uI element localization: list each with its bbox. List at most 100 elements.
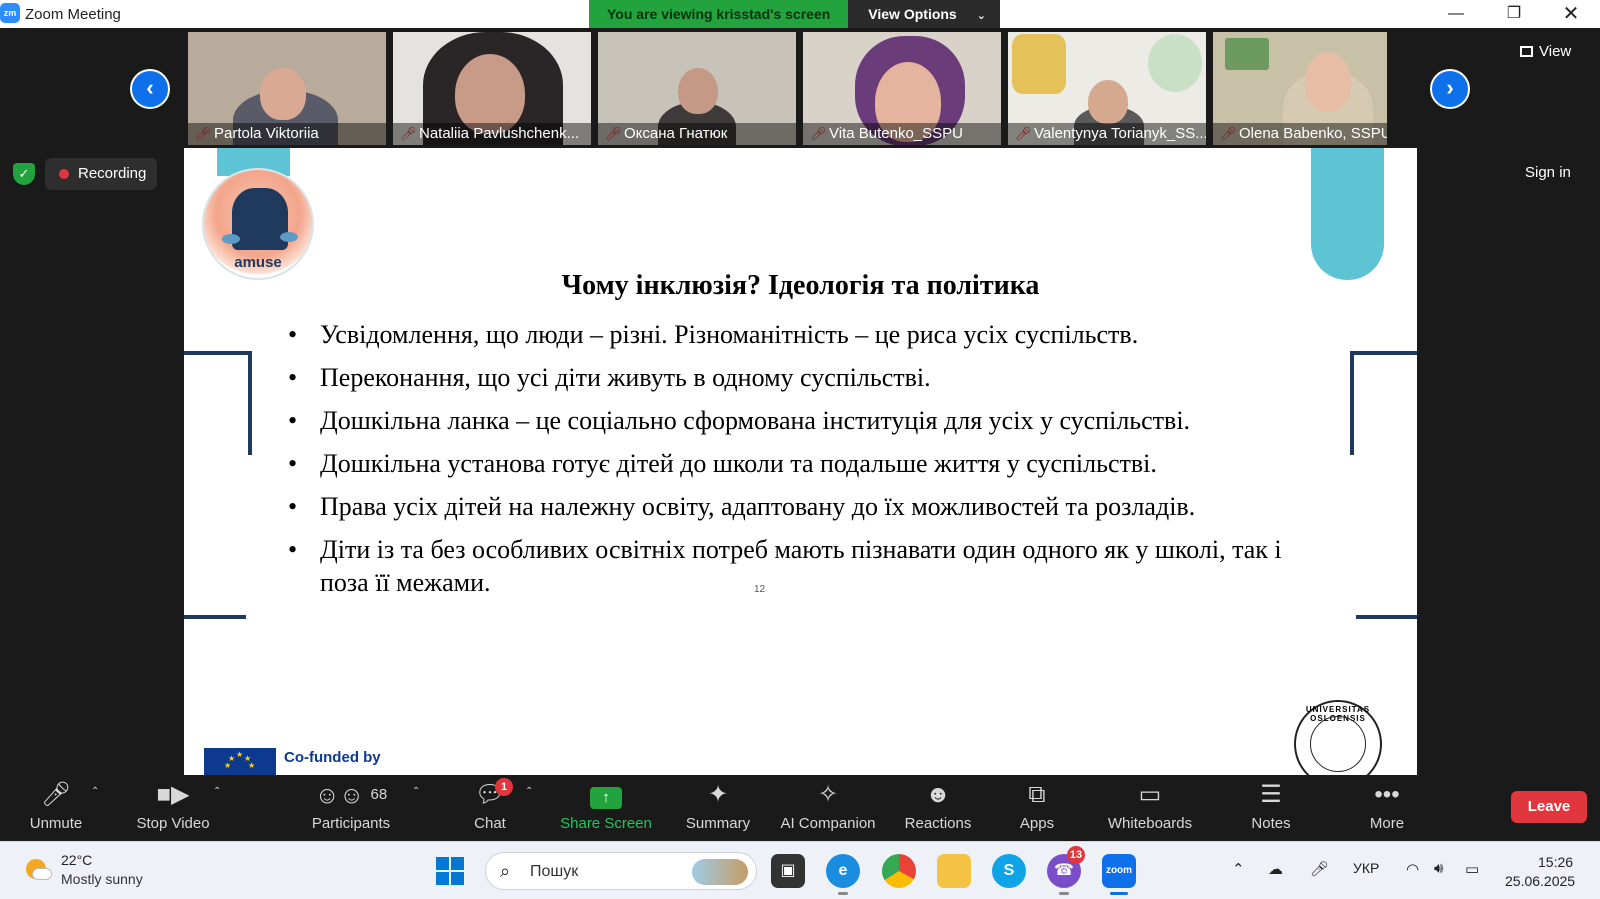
participants-options-caret-icon[interactable]: ⌃ xyxy=(412,786,420,797)
unmute-button[interactable]: 🎤︎ Unmute xyxy=(20,775,92,841)
chat-label: Chat xyxy=(474,815,506,832)
chevron-right-icon: › xyxy=(1446,75,1454,100)
participant-thumbnail[interactable]: 🎤︎ Partola Viktoriia xyxy=(188,32,386,145)
weather-sunny-icon[interactable] xyxy=(24,857,52,883)
slide-title: Чому інклюзія? Ідеологія та політика xyxy=(561,270,1040,301)
notes-button[interactable]: ☰ Notes xyxy=(1240,775,1302,841)
unmute-label: Unmute xyxy=(29,815,83,832)
clock-date[interactable]: 25.06.2025 xyxy=(1505,873,1575,889)
battery-icon[interactable]: ▭ xyxy=(1465,860,1479,878)
participant-thumbnail[interactable]: 🎤︎ Vita Butenko_SSPU xyxy=(803,32,1001,145)
chrome-browser-icon[interactable] xyxy=(882,854,916,888)
participant-video xyxy=(1012,34,1066,94)
logo-word: amuse xyxy=(234,254,282,271)
participant-thumbnail[interactable]: 🎤︎ Valentynya Torianyk_SS... xyxy=(1008,32,1206,145)
eu-flag-icon: ★ ★ ★ ★ ★ xyxy=(204,748,276,775)
apps-button[interactable]: ⧉ Apps xyxy=(1004,775,1070,841)
chevron-down-icon: ⌄ xyxy=(976,10,986,22)
recording-dot-icon xyxy=(59,169,69,179)
participant-thumbnail[interactable]: 🎤︎ Nataliia Pavlushchenk... xyxy=(393,32,591,145)
viber-icon[interactable]: ☎ 13 xyxy=(1047,846,1085,895)
zoom-taskbar-icon[interactable]: zoom xyxy=(1102,854,1136,895)
summary-button[interactable]: ✦ Summary xyxy=(680,775,756,841)
slide-bullet: Переконання, що усі діти живуть в одному… xyxy=(288,361,1288,394)
slide-page-number: 12 xyxy=(754,584,766,595)
participant-face xyxy=(1305,52,1351,112)
onedrive-cloud-icon[interactable]: ☁ xyxy=(1268,860,1283,878)
reactions-button[interactable]: ☻ Reactions xyxy=(898,775,978,841)
zoom-app-icon: zm xyxy=(0,3,20,23)
microphone-icon[interactable]: 🎤︎ xyxy=(1310,860,1329,878)
slide-bullet: Дошкільна установа готує дітей до школи … xyxy=(288,447,1288,480)
wifi-icon[interactable]: ◠ xyxy=(1406,860,1419,878)
view-button[interactable]: View xyxy=(1520,43,1571,60)
more-button[interactable]: ••• More xyxy=(1356,775,1418,841)
clock-time[interactable]: 15:26 xyxy=(1538,854,1573,870)
audio-options-caret-icon[interactable]: ⌃ xyxy=(91,786,99,797)
chat-options-caret-icon[interactable]: ⌃ xyxy=(525,786,533,797)
participants-button[interactable]: ☺☺ 68 Participants xyxy=(306,775,396,841)
edge-browser-icon[interactable]: e xyxy=(826,854,860,895)
weather-temperature[interactable]: 22°C xyxy=(61,852,92,868)
leave-button[interactable]: Leave xyxy=(1511,791,1587,823)
logo-leaf xyxy=(222,234,240,244)
seal-inner-ring xyxy=(1310,716,1366,772)
recording-indicator[interactable]: Recording xyxy=(45,158,157,190)
ai-companion-button[interactable]: ✧ AI Companion xyxy=(775,775,881,841)
whiteboards-button[interactable]: ▭ Whiteboards xyxy=(1100,775,1200,841)
shared-screen-slide: amuse Чому інклюзія? Ідеологія та політи… xyxy=(184,148,1417,775)
slide-bullet: Усвідомлення, що люди – різні. Різномані… xyxy=(288,318,1288,351)
slide-bullet: Діти із та без особливих освітніх потреб… xyxy=(288,533,1288,599)
meeting-toolbar: 🎤︎ Unmute ⌃ ■▶ Stop Video ⌃ ☺☺ 68 Partic… xyxy=(0,775,1600,841)
summary-icon: ✦ xyxy=(707,781,729,808)
apps-icon: ⧉ xyxy=(1028,781,1046,808)
windows-start-icon[interactable] xyxy=(436,857,464,885)
sign-in-button[interactable]: Sign in xyxy=(1525,164,1571,181)
chat-button[interactable]: 💬︎ Chat 1 xyxy=(462,775,518,841)
previous-page-button[interactable]: ‹ xyxy=(130,69,170,109)
viewing-screen-text: You are viewing krisstad's screen xyxy=(589,0,849,28)
stop-video-button[interactable]: ■▶ Stop Video xyxy=(128,775,218,841)
whiteboard-icon: ▭ xyxy=(1138,781,1162,808)
volume-icon[interactable]: 🔊︎ xyxy=(1434,860,1443,877)
video-options-caret-icon[interactable]: ⌃ xyxy=(213,786,221,797)
participant-face xyxy=(260,68,306,120)
participant-thumbnail[interactable]: 🎤︎ Оксана Гнатюк xyxy=(598,32,796,145)
close-icon[interactable]: ✕ xyxy=(1542,0,1600,28)
participant-face xyxy=(1088,80,1128,124)
participant-thumbnail[interactable]: 🎤︎ Olena Babenko, SSPU xyxy=(1213,32,1387,145)
slide-bullet: Права усіх дітей на належну освіту, адап… xyxy=(288,490,1288,523)
stop-video-label: Stop Video xyxy=(136,815,210,832)
task-view-icon[interactable]: ▣ xyxy=(771,854,805,888)
search-placeholder: Пошук xyxy=(530,863,579,880)
cofunded-label: Co-funded by xyxy=(284,749,381,766)
logo-leaf xyxy=(280,232,298,242)
slide-bracket-left xyxy=(184,351,252,455)
sparkle-icon: ✧ xyxy=(817,781,839,808)
participant-name: Olena Babenko, SSPU xyxy=(1213,123,1387,145)
restore-icon[interactable]: ❐ xyxy=(1485,0,1543,28)
share-screen-button[interactable]: ↑ Share Screen xyxy=(556,775,656,841)
taskbar-search-box[interactable]: ⌕ Пошук xyxy=(485,852,757,890)
window-title: Zoom Meeting xyxy=(25,6,121,23)
minimize-icon[interactable]: — xyxy=(1427,0,1485,28)
encryption-shield-icon[interactable]: ✓ xyxy=(13,163,35,185)
slide-line-left xyxy=(184,615,246,619)
chevron-up-icon[interactable]: ⌃ xyxy=(1232,860,1245,878)
university-seal-icon: UNIVERSITAS OSLOENSIS xyxy=(1294,700,1382,775)
next-page-button[interactable]: › xyxy=(1430,69,1470,109)
slide-line-right xyxy=(1356,615,1417,619)
view-options-button[interactable]: View Options ⌄ xyxy=(848,0,1000,28)
skype-icon[interactable]: S xyxy=(992,854,1026,888)
participant-video xyxy=(1148,34,1202,92)
slide-bracket-right xyxy=(1350,351,1417,455)
participant-face xyxy=(678,68,718,114)
file-explorer-icon[interactable] xyxy=(937,854,971,888)
viber-unread-badge: 13 xyxy=(1067,846,1085,864)
apps-label: Apps xyxy=(1019,815,1055,832)
input-language[interactable]: УКР xyxy=(1353,860,1379,876)
participant-name: Vita Butenko_SSPU xyxy=(803,123,1001,145)
participants-label: Participants xyxy=(311,815,391,832)
weather-description[interactable]: Mostly sunny xyxy=(61,871,143,887)
participant-name: Partola Viktoriia xyxy=(188,123,386,145)
